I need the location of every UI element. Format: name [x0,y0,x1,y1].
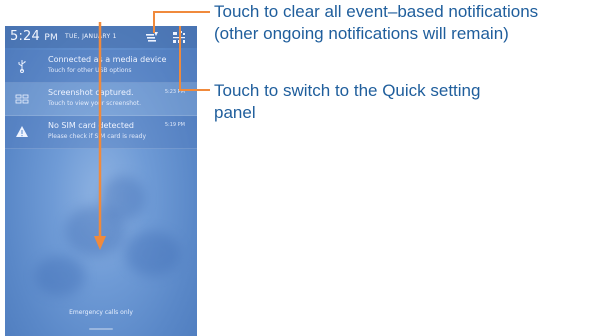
screenshot-icon [15,94,29,104]
usb-icon [18,60,26,73]
notification-subtitle: Please check if SIM card is ready [48,133,147,140]
background-blob [125,231,180,276]
clear-callout-drop [153,11,155,33]
notification-time: 5:19 PM [164,122,185,128]
notification-panel: 5:24 PM TUE, JANUARY 1 Connected as a me… [5,26,197,336]
callout-line-2: panel [214,103,256,122]
notification-usb[interactable]: Connected as a media device Touch for ot… [5,50,197,83]
callout-line-2: (other ongoing notifications will remain… [214,24,509,43]
notification-no-sim[interactable]: No SIM card detected Please check if SIM… [5,116,197,149]
clear-notifications-callout: Touch to clear all event–based notificat… [214,1,538,45]
background-blob [100,176,145,221]
notification-title: Connected as a media device [48,55,167,64]
notification-title: Screenshot captured. [48,88,134,97]
panel-drag-handle[interactable] [89,328,113,330]
quick-settings-callout: Touch to switch to the Quick setting pan… [214,80,480,124]
notification-title: No SIM card detected [48,121,134,130]
time-value: 5:24 [10,29,40,44]
background-blob [35,256,85,296]
clear-callout-leader [153,11,210,13]
quick-callout-leader [179,89,210,91]
notification-screenshot[interactable]: Screenshot captured. Touch to view your … [5,83,197,116]
callout-line-1: Touch to switch to the Quick setting [214,81,481,100]
warning-icon [16,126,28,137]
notification-subtitle: Touch for other USB options [48,67,132,74]
quick-callout-drop [179,26,181,91]
emergency-calls-label: Emergency calls only [69,309,133,316]
notification-subtitle: Touch to view your screenshot. [48,100,141,107]
status-bar: 5:24 PM TUE, JANUARY 1 [5,26,197,48]
callout-line-1: Touch to clear all event–based notificat… [214,2,539,21]
status-time: 5:24 PM [10,29,58,44]
status-date: TUE, JANUARY 1 [65,33,117,40]
clear-all-icon[interactable] [145,30,159,44]
time-ampm: PM [44,33,58,43]
